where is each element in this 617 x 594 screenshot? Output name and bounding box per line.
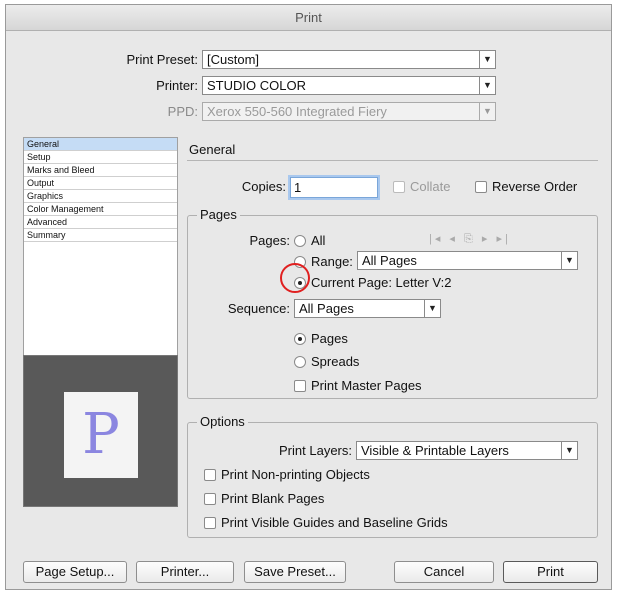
- pages-group-label: Pages: [197, 207, 240, 222]
- sidebar-item-general[interactable]: General: [24, 138, 177, 151]
- copies-label: Copies:: [241, 179, 286, 194]
- divider: [187, 160, 598, 161]
- sidebar-item-color-management[interactable]: Color Management: [24, 203, 177, 216]
- print-guides-checkbox[interactable]: [204, 517, 216, 529]
- print-preset-select[interactable]: [Custom] ▼: [202, 50, 496, 69]
- options-group-label: Options: [197, 414, 248, 429]
- sequence-label: Sequence:: [227, 301, 290, 316]
- print-layers-label: Print Layers:: [279, 443, 352, 458]
- pages-radio[interactable]: [294, 333, 306, 345]
- sequence-select[interactable]: All Pages ▼: [294, 299, 441, 318]
- section-title: General: [189, 142, 236, 157]
- printer-label: Printer:: [156, 78, 198, 93]
- pages-label: Pages:: [249, 233, 290, 248]
- print-layers-value: Visible & Printable Layers: [361, 443, 509, 458]
- print-master-pages-checkbox[interactable]: [294, 380, 306, 392]
- category-list: General Setup Marks and Bleed Output Gra…: [23, 137, 178, 357]
- current-page-label: Current Page: Letter V:2: [311, 275, 452, 290]
- collate-checkbox: [393, 181, 405, 193]
- print-button[interactable]: Print: [503, 561, 598, 583]
- print-non-printing-checkbox[interactable]: [204, 469, 216, 481]
- ppd-label: PPD:: [167, 104, 198, 119]
- range-label: Range:: [311, 254, 353, 269]
- spreads-radio[interactable]: [294, 356, 306, 368]
- chevron-down-icon: ▼: [479, 103, 495, 120]
- chevron-down-icon: ▼: [479, 51, 495, 68]
- pages-option-label: Pages: [311, 331, 348, 346]
- sidebar-item-advanced[interactable]: Advanced: [24, 216, 177, 229]
- print-guides-label: Print Visible Guides and Baseline Grids: [221, 515, 448, 530]
- ppd-value: Xerox 550-560 Integrated Fiery: [207, 104, 387, 119]
- page-setup-button[interactable]: Page Setup...: [23, 561, 127, 583]
- printer-value: STUDIO COLOR: [207, 78, 306, 93]
- all-label: All: [311, 233, 326, 248]
- page-navigation-icons: |◂ ◂ ⎘ ▸ ▸|: [429, 233, 511, 245]
- print-layers-select[interactable]: Visible & Printable Layers ▼: [356, 441, 578, 460]
- print-non-printing-label: Print Non-printing Objects: [221, 467, 370, 482]
- collate-label: Collate: [410, 179, 451, 194]
- window-title: Print: [6, 5, 611, 31]
- reverse-order-checkbox[interactable]: [475, 181, 487, 193]
- print-preset-value: [Custom]: [207, 52, 260, 67]
- sidebar-item-marks-and-bleed[interactable]: Marks and Bleed: [24, 164, 177, 177]
- ppd-select: Xerox 550-560 Integrated Fiery ▼: [202, 102, 496, 121]
- chevron-down-icon: ▼: [424, 300, 440, 317]
- spreads-option-label: Spreads: [311, 354, 360, 369]
- printer-button[interactable]: Printer...: [136, 561, 234, 583]
- sequence-value: All Pages: [299, 301, 354, 316]
- copies-field[interactable]: 1: [290, 177, 378, 198]
- reverse-order-label: Reverse Order: [492, 179, 578, 194]
- print-preset-label: Print Preset:: [126, 52, 198, 67]
- cancel-button[interactable]: Cancel: [394, 561, 494, 583]
- print-blank-pages-checkbox[interactable]: [204, 493, 216, 505]
- print-blank-pages-label: Print Blank Pages: [221, 491, 325, 506]
- sidebar-item-graphics[interactable]: Graphics: [24, 190, 177, 203]
- page-preview: P: [23, 355, 178, 507]
- annotation-circle: [280, 263, 310, 293]
- sidebar-item-output[interactable]: Output: [24, 177, 177, 190]
- sidebar-item-summary[interactable]: Summary: [24, 229, 177, 242]
- print-dialog: Print Print Preset: [Custom] ▼ Printer: …: [5, 4, 612, 590]
- all-radio[interactable]: [294, 235, 306, 247]
- chevron-down-icon: ▼: [479, 77, 495, 94]
- save-preset-button[interactable]: Save Preset...: [244, 561, 346, 583]
- range-select[interactable]: All Pages ▼: [357, 251, 578, 270]
- chevron-down-icon: ▼: [561, 252, 577, 269]
- printer-select[interactable]: STUDIO COLOR ▼: [202, 76, 496, 95]
- print-master-pages-label: Print Master Pages: [311, 378, 422, 393]
- sidebar-item-setup[interactable]: Setup: [24, 151, 177, 164]
- preview-page: P: [64, 392, 138, 478]
- range-value: All Pages: [362, 253, 417, 268]
- chevron-down-icon: ▼: [561, 442, 577, 459]
